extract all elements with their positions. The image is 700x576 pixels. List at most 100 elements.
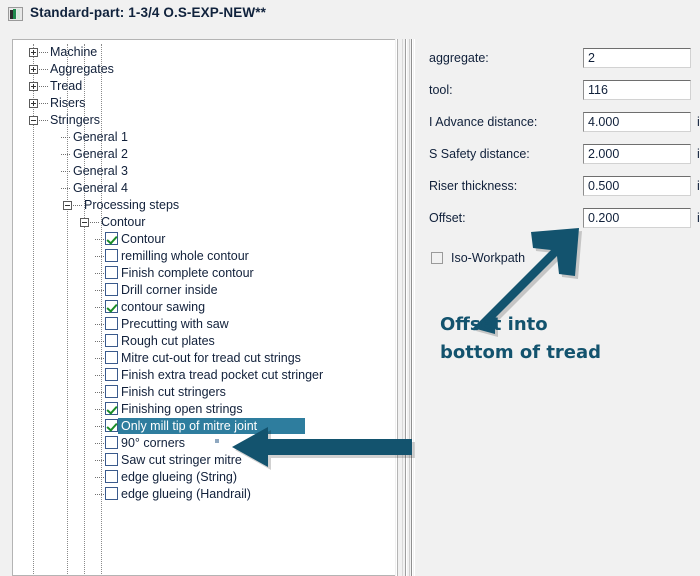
property-field-input[interactable]: 2.000 xyxy=(583,144,691,164)
checkbox-unchecked[interactable] xyxy=(105,249,118,262)
checkbox-unchecked[interactable] xyxy=(105,351,118,364)
collapse-icon[interactable] xyxy=(29,116,38,125)
tree-node-label: Drill corner inside xyxy=(121,283,218,297)
tree-node-label: Precutting with saw xyxy=(121,317,229,331)
tree-node-label: 90° corners xyxy=(121,436,186,450)
property-field-label: aggregate: xyxy=(429,51,489,65)
tree-node[interactable]: General 3 xyxy=(13,163,395,180)
checkbox-checked[interactable] xyxy=(105,419,118,432)
property-field-input[interactable]: 0.200 xyxy=(583,208,691,228)
tree-node-label: Rough cut plates xyxy=(121,334,215,348)
tree-checkbox-item[interactable]: Finish complete contour xyxy=(13,265,395,282)
tree-node-label: Tread xyxy=(50,79,83,93)
tree-node[interactable]: General 1 xyxy=(13,129,395,146)
tree-checkbox-item[interactable]: Precutting with saw xyxy=(13,316,395,333)
tree-node-label: Mitre cut-out for tread cut strings xyxy=(121,351,301,365)
tree-checkbox-item[interactable]: Drill corner inside xyxy=(13,282,395,299)
property-field-input[interactable]: 0.500 xyxy=(583,176,691,196)
tree-node[interactable]: Tread xyxy=(13,78,395,95)
tree-node-label: Finish extra tread pocket cut stringer xyxy=(121,368,324,382)
tree-connector xyxy=(95,256,104,258)
checkbox-unchecked[interactable] xyxy=(105,283,118,296)
property-field-label: tool: xyxy=(429,83,453,97)
collapse-icon[interactable] xyxy=(80,218,89,227)
checkbox-unchecked[interactable] xyxy=(105,436,118,449)
checkbox-unchecked[interactable] xyxy=(105,453,118,466)
tree-node[interactable]: General 2 xyxy=(13,146,395,163)
tree-checkbox-item[interactable]: contour sawing xyxy=(13,299,395,316)
tree-node-label: Stringers xyxy=(50,113,101,127)
tree-node[interactable]: Machine xyxy=(13,44,395,61)
render-artifact xyxy=(215,439,219,443)
tree-connector xyxy=(95,273,104,275)
property-field-label: Offset: xyxy=(429,211,466,225)
tree-checkbox-item[interactable]: edge glueing (Handrail) xyxy=(13,486,395,503)
tree-checkbox-item[interactable]: remilling whole contour xyxy=(13,248,395,265)
tree-connector xyxy=(73,205,82,207)
tree-node[interactable]: Processing steps xyxy=(13,197,395,214)
expand-icon[interactable] xyxy=(29,99,38,108)
tree-connector xyxy=(39,52,48,54)
property-field-label: S Safety distance: xyxy=(429,147,530,161)
iso-workpath-checkbox[interactable] xyxy=(431,252,443,264)
checkbox-checked[interactable] xyxy=(105,402,118,415)
checkbox-unchecked[interactable] xyxy=(105,334,118,347)
property-field-input[interactable]: 4.000 xyxy=(583,112,691,132)
panel-splitter[interactable] xyxy=(396,39,414,576)
tree-connector xyxy=(95,392,104,394)
checkbox-checked[interactable] xyxy=(105,232,118,245)
tree-node-label: General 1 xyxy=(73,130,128,144)
tree-connector xyxy=(95,409,104,411)
property-field-row: I Advance distance:4.000in xyxy=(415,112,700,134)
checkbox-unchecked[interactable] xyxy=(105,266,118,279)
expand-icon[interactable] xyxy=(29,82,38,91)
tree-connector xyxy=(95,239,104,241)
tree-checkbox-item[interactable]: edge glueing (String) xyxy=(13,469,395,486)
parameter-tree-panel[interactable]: Machine Aggregates Tread Risers Stringers Gen… xyxy=(12,39,395,576)
collapse-icon[interactable] xyxy=(63,201,72,210)
tree-checkbox-item[interactable]: Mitre cut-out for tread cut strings xyxy=(13,350,395,367)
tree-node[interactable]: Stringers xyxy=(13,112,395,129)
checkbox-unchecked[interactable] xyxy=(105,385,118,398)
tree-connector xyxy=(95,341,104,343)
tree-connector xyxy=(95,443,104,445)
tree-connector xyxy=(95,358,104,360)
tree-node-label: General 4 xyxy=(73,181,128,195)
tree-node-label: remilling whole contour xyxy=(121,249,249,263)
tree-checkbox-item[interactable]: Finishing open strings xyxy=(13,401,395,418)
checkbox-unchecked[interactable] xyxy=(105,470,118,483)
tree-connector xyxy=(39,69,48,71)
client-area: Machine Aggregates Tread Risers Stringers Gen… xyxy=(0,29,700,576)
property-field-input[interactable]: 2 xyxy=(583,48,691,68)
tree-checkbox-item[interactable]: Contour xyxy=(13,231,395,248)
application-icon xyxy=(8,7,23,21)
tree-node[interactable]: Aggregates xyxy=(13,61,395,78)
expand-icon[interactable] xyxy=(29,65,38,74)
tree-connector xyxy=(95,307,104,309)
expand-icon[interactable] xyxy=(29,48,38,57)
property-field-row: aggregate: 2 xyxy=(415,48,700,70)
tree-node-label: edge glueing (String) xyxy=(121,470,238,484)
tree-node[interactable]: General 4 xyxy=(13,180,395,197)
tree-connector xyxy=(39,86,48,88)
checkbox-unchecked[interactable] xyxy=(105,487,118,500)
tree-checkbox-item[interactable]: Finish cut stringers xyxy=(13,384,395,401)
property-field-row: Riser thickness:0.500in xyxy=(415,176,700,198)
tree-node[interactable]: Contour xyxy=(13,214,395,231)
tree-node-label: Finishing open strings xyxy=(121,402,243,416)
window-title-bar: Standard-part: 1-3/4 O.S-EXP-NEW** xyxy=(0,0,700,29)
tree-connector xyxy=(61,154,70,156)
checkbox-unchecked[interactable] xyxy=(105,368,118,381)
property-field-input[interactable]: 116 xyxy=(583,80,691,100)
tree-checkbox-item[interactable]: Rough cut plates xyxy=(13,333,395,350)
property-field-row: S Safety distance:2.000in xyxy=(415,144,700,166)
tree-checkbox-item[interactable]: Finish extra tread pocket cut stringer xyxy=(13,367,395,384)
tree-connector xyxy=(95,477,104,479)
tree-connector xyxy=(95,460,104,462)
tree-connector xyxy=(61,137,70,139)
checkbox-checked[interactable] xyxy=(105,300,118,313)
tree-node[interactable]: Risers xyxy=(13,95,395,112)
tree-node-label: Contour xyxy=(121,232,166,246)
checkbox-unchecked[interactable] xyxy=(105,317,118,330)
tree-node-label: Processing steps xyxy=(84,198,180,212)
